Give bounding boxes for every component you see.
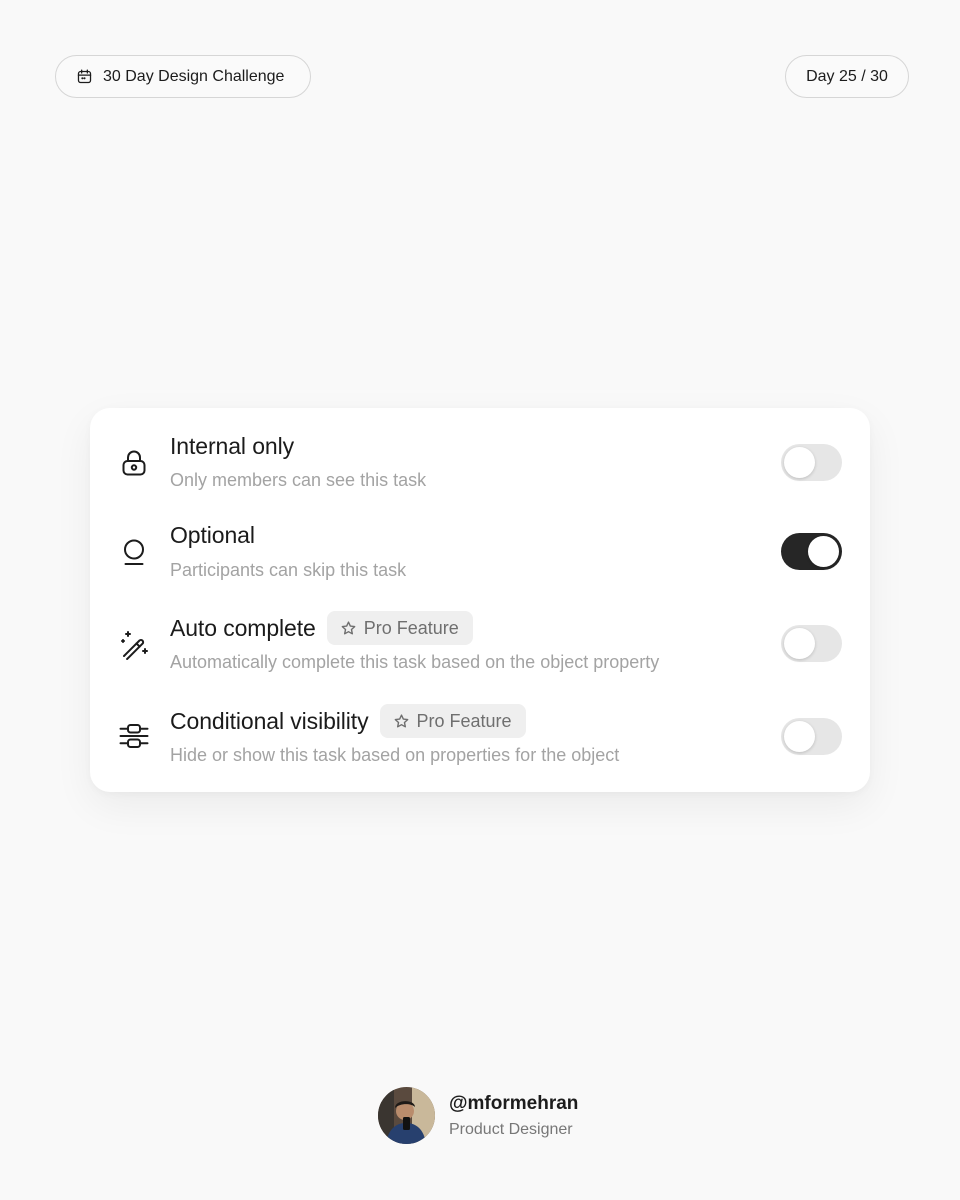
author-card: @mformehran Product Designer [378, 1087, 578, 1144]
task-settings-card: Internal only Only members can see this … [90, 408, 870, 792]
badge-label: Pro Feature [416, 710, 512, 731]
magic-wand-icon [117, 627, 151, 661]
day-counter-pill: Day 25 / 30 [785, 55, 909, 98]
toggle-knob [784, 721, 815, 752]
toggle-knob [808, 536, 839, 567]
author-role: Product Designer [449, 1120, 573, 1138]
pro-feature-badge: Pro Feature [326, 611, 473, 645]
star-icon [340, 620, 357, 637]
toggle-conditional-visibility[interactable] [781, 718, 842, 755]
setting-title-row: Auto complete Pro Feature [170, 611, 473, 645]
calendar-icon [76, 68, 93, 85]
toggle-auto-complete[interactable] [781, 625, 842, 662]
day-counter-label: Day 25 / 30 [806, 67, 888, 85]
avatar [378, 1087, 435, 1144]
author-info: @mformehran Product Designer [449, 1093, 578, 1139]
challenge-pill: 30 Day Design Challenge [55, 55, 311, 98]
setting-title: Conditional visibility [170, 707, 369, 734]
setting-description: Automatically complete this task based o… [170, 652, 660, 672]
toggle-knob [784, 628, 815, 659]
toggle-optional[interactable] [781, 533, 842, 570]
setting-description: Hide or show this task based on properti… [170, 745, 620, 765]
lock-icon [117, 446, 151, 480]
author-handle[interactable]: @mformehran [449, 1093, 578, 1115]
toggle-knob [784, 447, 815, 478]
star-icon [393, 713, 410, 730]
setting-title-row: Conditional visibility Pro Feature [170, 704, 526, 738]
setting-title-row: Optional [170, 522, 255, 549]
setting-title: Internal only [170, 433, 294, 459]
toggle-internal-only[interactable] [781, 444, 842, 481]
setting-title-row: Internal only [170, 433, 294, 460]
challenge-label: 30 Day Design Challenge [103, 67, 285, 85]
setting-description: Only members can see this task [170, 470, 427, 490]
badge-label: Pro Feature [363, 617, 459, 638]
setting-title: Auto complete [170, 614, 316, 641]
pro-feature-badge: Pro Feature [379, 704, 526, 738]
setting-description: Participants can skip this task [170, 560, 407, 580]
conditional-align-icon [117, 719, 151, 753]
user-icon [117, 535, 151, 569]
setting-title: Optional [170, 522, 255, 548]
